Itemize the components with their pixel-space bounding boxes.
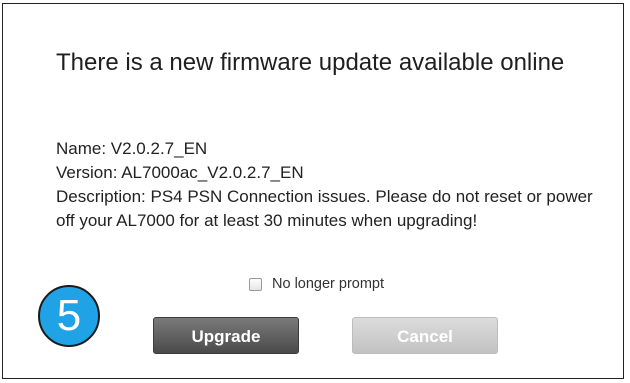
firmware-details: Name: V2.0.2.7_EN Version: AL7000ac_V2.0… [56,137,596,233]
step-number-badge: 5 [38,285,100,347]
cancel-button[interactable]: Cancel [352,317,498,354]
firmware-name: Name: V2.0.2.7_EN [56,139,208,158]
no-longer-prompt-option[interactable]: No longer prompt [249,276,384,292]
no-longer-prompt-label: No longer prompt [272,276,385,292]
upgrade-button[interactable]: Upgrade [153,317,299,354]
firmware-description: Description: PS4 PSN Connection issues. … [56,187,593,230]
firmware-version: Version: AL7000ac_V2.0.2.7_EN [56,163,304,182]
dialog-title: There is a new firmware update available… [56,49,565,76]
no-longer-prompt-checkbox[interactable] [249,277,262,291]
